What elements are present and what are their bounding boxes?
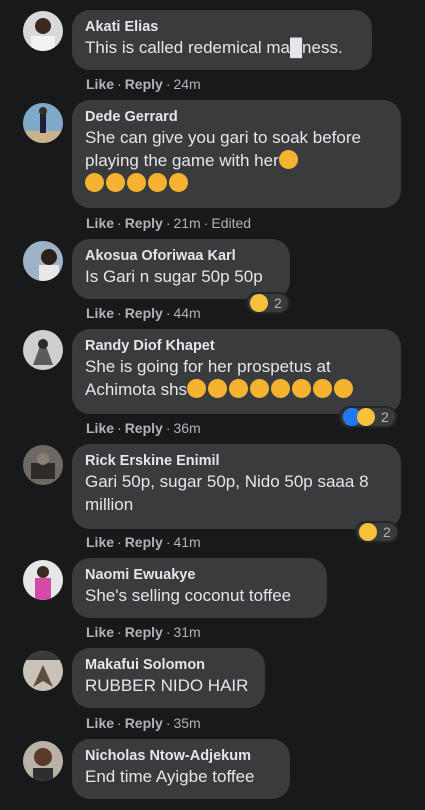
haha-reaction-icon [357,408,375,426]
comment-author[interactable]: Naomi Ewuakye [85,566,314,584]
comment-actions: Like · Reply · 21m · Edited [86,215,252,231]
comment-author[interactable]: Randy Diof Khapet [85,337,388,355]
reaction-summary[interactable]: 2 [339,406,397,428]
avatar[interactable] [23,560,63,600]
rolling-on-floor-laughing-emoji-icon [187,379,207,398]
avatar[interactable] [23,330,63,370]
comment-time[interactable]: 36m [173,420,200,436]
comment-text-body: She can give you gari to soak before pla… [85,128,366,170]
comment-text: She is going for her prospetus at Achimo… [85,355,388,401]
comment-time[interactable]: 41m [173,534,200,550]
reply-button[interactable]: Reply [125,715,163,731]
like-button[interactable]: Like [86,624,114,640]
like-button[interactable]: Like [86,305,114,321]
comment-text: RUBBER NIDO HAIR [85,676,249,695]
shushing-face-emoji-icon [106,173,125,192]
rolling-on-floor-laughing-emoji-icon [250,379,270,398]
comment-time[interactable]: 24m [173,76,200,92]
comment-author[interactable]: Akati Elias [85,18,359,36]
avatar[interactable] [23,11,63,51]
comment-author[interactable]: Nicholas Ntow-Adjekum [85,747,277,765]
comment-text: Gari 50p, sugar 50p, Nido 50p saaa 8 mil… [85,472,374,514]
rolling-on-floor-laughing-emoji-icon [271,379,291,398]
like-button[interactable]: Like [86,715,114,731]
comment-text: End time Ayigbe toffee [85,767,255,786]
like-button[interactable]: Like [86,420,114,436]
reaction-summary[interactable]: 2 [355,521,399,543]
comment-text: She's selling coconut toffee [85,586,292,605]
rolling-on-floor-laughing-emoji-icon [313,379,333,398]
comment-bubble: Akati Elias This is called redemical ma█… [72,10,372,70]
comment-time[interactable]: 35m [173,715,200,731]
reaction-count: 2 [274,295,282,311]
shushing-face-emoji-icon [85,173,104,192]
comment-time[interactable]: 31m [173,624,200,640]
reaction-count: 2 [383,524,391,540]
shushing-face-emoji-icon [148,173,167,192]
edited-label[interactable]: Edited [211,215,251,231]
comment-bubble: Akosua Oforiwaa Karl Is Gari n sugar 50p… [72,239,290,299]
avatar[interactable] [23,241,63,281]
like-button[interactable]: Like [86,534,114,550]
comment-author[interactable]: Rick Erskine Enimil [85,452,388,470]
haha-reaction-icon [250,294,268,312]
comment-bubble: Nicholas Ntow-Adjekum End time Ayigbe to… [72,739,290,799]
comment-time[interactable]: 44m [173,305,200,321]
comment-actions: Like · Reply · 41m [86,534,201,550]
avatar[interactable] [23,741,63,781]
reply-button[interactable]: Reply [125,215,163,231]
rolling-on-floor-laughing-emoji-icon [334,379,354,398]
shushing-face-emoji-icon [278,150,298,169]
comment-text: Is Gari n sugar 50p 50p [85,267,263,286]
reply-button[interactable]: Reply [125,534,163,550]
shushing-face-emoji-icon [127,173,146,192]
like-button[interactable]: Like [86,76,114,92]
comment-text: This is called redemical ma█ness. [85,38,343,57]
reply-button[interactable]: Reply [125,624,163,640]
avatar[interactable] [23,651,63,691]
rolling-on-floor-laughing-emoji-icon [229,379,249,398]
like-button[interactable]: Like [86,215,114,231]
comment-bubble: Rick Erskine Enimil Gari 50p, sugar 50p,… [72,444,401,529]
rolling-on-floor-laughing-emoji-icon [292,379,312,398]
avatar[interactable] [23,103,63,143]
comment-thread: Akati Elias This is called redemical ma█… [0,0,425,810]
haha-reaction-icon [359,523,377,541]
avatar[interactable] [23,445,63,485]
comment-bubble: Randy Diof Khapet She is going for her p… [72,329,401,414]
rolling-on-floor-laughing-emoji-icon [208,379,228,398]
shushing-face-emoji-icon [169,173,188,192]
comment-author[interactable]: Makafui Solomon [85,656,252,674]
comment-actions: Like · Reply · 36m [86,420,201,436]
reaction-count: 2 [381,409,389,425]
comment-author[interactable]: Dede Gerrard [85,108,388,126]
comment-bubble: Naomi Ewuakye She's selling coconut toff… [72,558,327,618]
comment-actions: Like · Reply · 44m [86,305,201,321]
comment-author[interactable]: Akosua Oforiwaa Karl [85,247,277,265]
comment-time[interactable]: 21m [173,215,200,231]
comment-bubble: Makafui Solomon RUBBER NIDO HAIR [72,648,265,708]
reply-button[interactable]: Reply [125,420,163,436]
comment-bubble: Dede Gerrard She can give you gari to so… [72,100,401,208]
comment-text: She can give you gari to soak before pla… [85,126,388,195]
comment-actions: Like · Reply · 35m [86,715,201,731]
reply-button[interactable]: Reply [125,305,163,321]
comment-actions: Like · Reply · 31m [86,624,201,640]
comment-actions: Like · Reply · 24m [86,76,201,92]
reply-button[interactable]: Reply [125,76,163,92]
reaction-summary[interactable]: 2 [246,292,290,314]
